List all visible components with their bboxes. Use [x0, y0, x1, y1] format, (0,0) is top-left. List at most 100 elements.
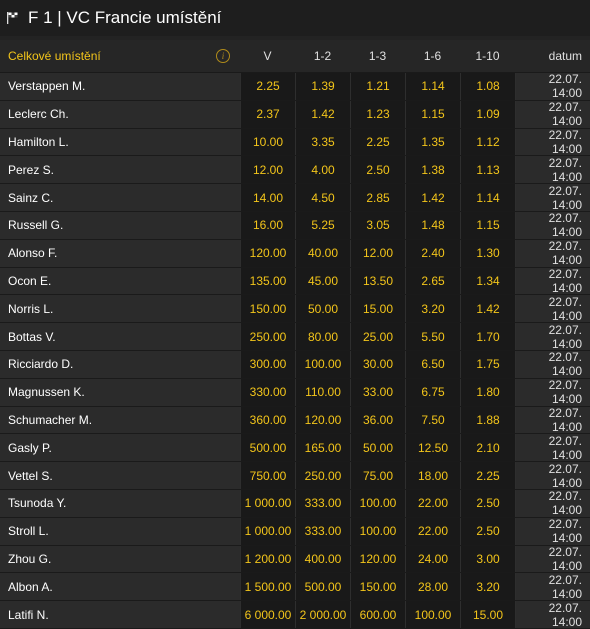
odds-button[interactable]: 135.00 [240, 267, 295, 295]
odds-button[interactable]: 1 200.00 [240, 545, 295, 573]
odds-button[interactable]: 750.00 [240, 462, 295, 489]
odds-button[interactable]: 25.00 [350, 323, 405, 350]
odds-button[interactable]: 30.00 [350, 350, 405, 378]
info-icon[interactable]: i [216, 49, 230, 63]
odds-button[interactable]: 120.00 [295, 406, 350, 434]
odds-button[interactable]: 1 500.00 [240, 573, 295, 601]
odds-button[interactable]: 500.00 [240, 434, 295, 462]
odds-button[interactable]: 250.00 [295, 462, 350, 489]
odds-button[interactable]: 100.00 [350, 489, 405, 517]
odds-button[interactable]: 1.14 [405, 73, 460, 100]
odds-button[interactable]: 2.10 [460, 434, 515, 462]
odds-button[interactable]: 12.00 [240, 156, 295, 184]
odds-button[interactable]: 100.00 [405, 601, 460, 628]
odds-button[interactable]: 120.00 [240, 239, 295, 267]
odds-button[interactable]: 2.50 [350, 156, 405, 184]
odds-button[interactable]: 1.09 [460, 100, 515, 128]
odds-button[interactable]: 2.50 [460, 489, 515, 517]
odds-button[interactable]: 45.00 [295, 267, 350, 295]
odds-button[interactable]: 15.00 [460, 601, 515, 628]
odds-button[interactable]: 150.00 [350, 573, 405, 601]
odds-button[interactable]: 22.00 [405, 489, 460, 517]
odds-button[interactable]: 500.00 [295, 573, 350, 601]
odds-button[interactable]: 1.42 [295, 100, 350, 128]
odds-button[interactable]: 110.00 [295, 378, 350, 406]
odds-button[interactable]: 100.00 [295, 350, 350, 378]
odds-button[interactable]: 50.00 [350, 434, 405, 462]
odds-button[interactable]: 1.39 [295, 73, 350, 100]
odds-button[interactable]: 1.42 [405, 184, 460, 211]
odds-button[interactable]: 1.70 [460, 323, 515, 350]
odds-button[interactable]: 1.13 [460, 156, 515, 184]
odds-button[interactable]: 2.85 [350, 184, 405, 211]
odds-button[interactable]: 2.50 [460, 517, 515, 545]
odds-button[interactable]: 2.25 [350, 128, 405, 156]
odds-button[interactable]: 1.15 [460, 211, 515, 239]
odds-button[interactable]: 1.34 [460, 267, 515, 295]
odds-button[interactable]: 150.00 [240, 295, 295, 323]
odds-button[interactable]: 1.38 [405, 156, 460, 184]
odds-button[interactable]: 1.15 [405, 100, 460, 128]
odds-button[interactable]: 16.00 [240, 211, 295, 239]
odds-button[interactable]: 3.20 [405, 295, 460, 323]
odds-button[interactable]: 28.00 [405, 573, 460, 601]
odds-button[interactable]: 12.00 [350, 239, 405, 267]
odds-button[interactable]: 330.00 [240, 378, 295, 406]
odds-button[interactable]: 3.20 [460, 573, 515, 601]
odds-button[interactable]: 1.48 [405, 211, 460, 239]
odds-button[interactable]: 5.50 [405, 323, 460, 350]
odds-button[interactable]: 5.25 [295, 211, 350, 239]
odds-button[interactable]: 1 000.00 [240, 489, 295, 517]
odds-button[interactable]: 3.35 [295, 128, 350, 156]
odds-button[interactable]: 50.00 [295, 295, 350, 323]
odds-button[interactable]: 3.05 [350, 211, 405, 239]
odds-button[interactable]: 2.65 [405, 267, 460, 295]
odds-button[interactable]: 333.00 [295, 517, 350, 545]
odds-button[interactable]: 1.08 [460, 73, 515, 100]
odds-button[interactable]: 6.50 [405, 350, 460, 378]
odds-button[interactable]: 165.00 [295, 434, 350, 462]
odds-button[interactable]: 100.00 [350, 517, 405, 545]
odds-button[interactable]: 2.40 [405, 239, 460, 267]
odds-button[interactable]: 120.00 [350, 545, 405, 573]
odds-button[interactable]: 1.88 [460, 406, 515, 434]
odds-button[interactable]: 75.00 [350, 462, 405, 489]
odds-button[interactable]: 1.23 [350, 100, 405, 128]
odds-button[interactable]: 2.25 [460, 462, 515, 489]
odds-button[interactable]: 1.35 [405, 128, 460, 156]
odds-button[interactable]: 22.00 [405, 517, 460, 545]
odds-button[interactable]: 360.00 [240, 406, 295, 434]
odds-button[interactable]: 40.00 [295, 239, 350, 267]
odds-button[interactable]: 80.00 [295, 323, 350, 350]
odds-button[interactable]: 10.00 [240, 128, 295, 156]
odds-button[interactable]: 6.75 [405, 378, 460, 406]
odds-button[interactable]: 24.00 [405, 545, 460, 573]
odds-button[interactable]: 1.14 [460, 184, 515, 211]
odds-button[interactable]: 6 000.00 [240, 601, 295, 628]
odds-button[interactable]: 600.00 [350, 601, 405, 628]
odds-button[interactable]: 1.21 [350, 73, 405, 100]
odds-button[interactable]: 1.80 [460, 378, 515, 406]
odds-button[interactable]: 4.50 [295, 184, 350, 211]
odds-button[interactable]: 18.00 [405, 462, 460, 489]
odds-button[interactable]: 300.00 [240, 350, 295, 378]
odds-button[interactable]: 250.00 [240, 323, 295, 350]
odds-button[interactable]: 33.00 [350, 378, 405, 406]
odds-button[interactable]: 15.00 [350, 295, 405, 323]
odds-button[interactable]: 12.50 [405, 434, 460, 462]
odds-button[interactable]: 7.50 [405, 406, 460, 434]
odds-button[interactable]: 14.00 [240, 184, 295, 211]
odds-button[interactable]: 1.75 [460, 350, 515, 378]
odds-button[interactable]: 400.00 [295, 545, 350, 573]
odds-button[interactable]: 2.25 [240, 73, 295, 100]
odds-button[interactable]: 1.42 [460, 295, 515, 323]
odds-button[interactable]: 36.00 [350, 406, 405, 434]
odds-button[interactable]: 13.50 [350, 267, 405, 295]
odds-button[interactable]: 3.00 [460, 545, 515, 573]
odds-button[interactable]: 1 000.00 [240, 517, 295, 545]
odds-button[interactable]: 1.30 [460, 239, 515, 267]
odds-button[interactable]: 2 000.00 [295, 601, 350, 628]
odds-button[interactable]: 4.00 [295, 156, 350, 184]
odds-button[interactable]: 2.37 [240, 100, 295, 128]
odds-button[interactable]: 333.00 [295, 489, 350, 517]
